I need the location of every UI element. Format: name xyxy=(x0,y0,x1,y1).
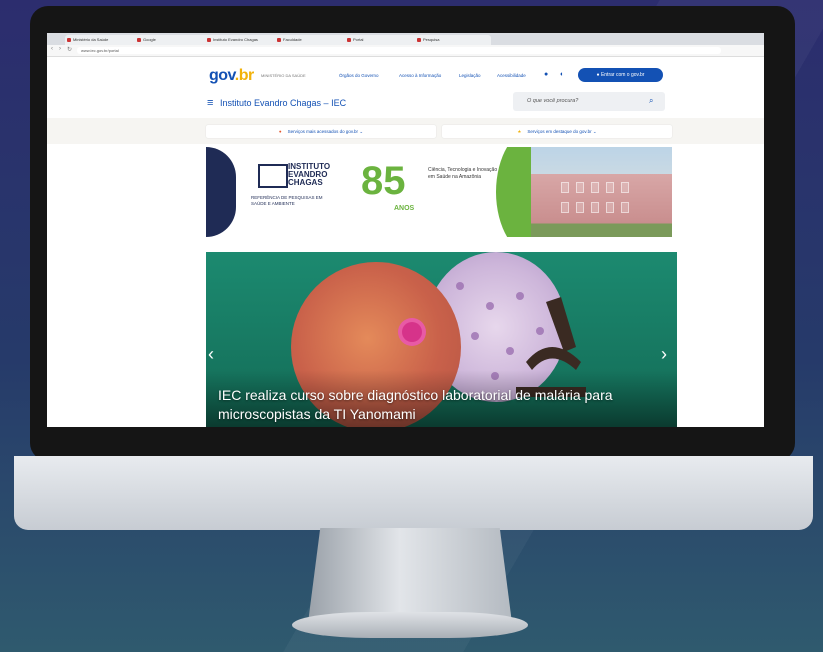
browser-tab[interactable]: Portal xyxy=(345,35,421,45)
favicon-icon xyxy=(277,38,281,42)
monitor-screen: Ministério da Saúde Google Instituto Eva… xyxy=(47,33,764,427)
login-button[interactable]: ● Entrar com o gov.br xyxy=(578,68,663,82)
favicon-icon xyxy=(347,38,351,42)
window-shape xyxy=(621,202,629,213)
institute-building-icon xyxy=(258,164,288,188)
window-shape xyxy=(591,182,599,193)
window-shape xyxy=(606,202,614,213)
cell-shape xyxy=(486,302,494,310)
back-icon[interactable]: ‹ xyxy=(51,46,53,52)
flower-illustration xyxy=(402,322,422,342)
browser-tab[interactable]: Ministério da Saúde xyxy=(65,35,141,45)
featured-services-dropdown[interactable]: ★ Serviços em destaque do gov.br ⌄ xyxy=(442,125,672,138)
monitor-chin xyxy=(14,456,813,530)
browser-toolbar: ‹ › ↻ www.iec.gov.br/portal xyxy=(47,45,764,57)
favicon-icon xyxy=(417,38,421,42)
carousel-next-icon[interactable]: › xyxy=(661,344,667,365)
favicon-icon xyxy=(137,38,141,42)
anniversary-text: Ciência, Tecnologia e Inovação em Saúde … xyxy=(428,167,498,180)
ministry-label: MINISTÉRIO DA SAÚDE xyxy=(261,73,306,78)
news-carousel[interactable]: ‹ › IEC realiza curso sobre diagnóstico … xyxy=(206,252,677,427)
institute-name: INSTITUTO EVANDRO CHAGAS xyxy=(288,162,331,187)
chevron-down-icon: ⌄ xyxy=(592,129,597,134)
header-link[interactable]: Acessibilidade xyxy=(497,73,526,78)
site-title[interactable]: Instituto Evandro Chagas – IEC xyxy=(220,98,346,108)
monitor-base xyxy=(292,612,528,638)
window-shape xyxy=(561,182,569,193)
institute-tagline: REFERÊNCIA DE PESQUISAS EM SAÚDE E AMBIE… xyxy=(251,195,323,206)
header-link[interactable]: Legislação xyxy=(459,73,481,78)
carousel-prev-icon[interactable]: ‹ xyxy=(208,344,214,365)
forward-icon[interactable]: › xyxy=(59,46,61,52)
window-shape xyxy=(576,202,584,213)
anniversary-banner[interactable]: INSTITUTO EVANDRO CHAGAS REFERÊNCIA DE P… xyxy=(206,147,672,237)
window-shape xyxy=(606,182,614,193)
govbr-logo[interactable]: gov.br xyxy=(209,67,254,85)
cell-shape xyxy=(456,282,464,290)
window-shape xyxy=(561,202,569,213)
search-icon[interactable]: ⌕ xyxy=(649,96,653,106)
cookie-icon[interactable]: ● xyxy=(544,71,548,78)
star-icon: ★ xyxy=(517,129,522,134)
reload-icon[interactable]: ↻ xyxy=(67,46,72,53)
cell-shape xyxy=(471,332,479,340)
contrast-icon[interactable]: ◐ xyxy=(560,71,564,78)
news-headline[interactable]: IEC realiza curso sobre diagnóstico labo… xyxy=(218,386,668,424)
services-dropdown[interactable]: ● Serviços mais acessados do gov.br ⌄ xyxy=(206,125,436,138)
window-shape xyxy=(576,182,584,193)
search-placeholder: O que você procura? xyxy=(527,98,579,104)
header-link[interactable]: Órgãos do Governo xyxy=(339,73,379,78)
favicon-icon xyxy=(207,38,211,42)
window-shape xyxy=(621,182,629,193)
monitor-stand xyxy=(308,528,512,623)
browser-tab[interactable]: Google xyxy=(135,35,211,45)
chevron-down-icon: ⌄ xyxy=(359,129,364,134)
favicon-icon xyxy=(67,38,71,42)
browser-tab[interactable]: Faculdade xyxy=(275,35,351,45)
browser-tab[interactable]: Pesquisa xyxy=(415,35,491,45)
hamburger-menu-icon[interactable]: ≡ xyxy=(207,97,213,109)
search-input[interactable]: O que você procura? ⌕ xyxy=(513,92,665,111)
anniversary-number: 85 xyxy=(361,159,406,203)
browser-tab[interactable]: Instituto Evandro Chagas xyxy=(205,35,281,45)
institute-building-photo xyxy=(531,147,672,237)
window-shape xyxy=(591,202,599,213)
address-bar[interactable]: www.iec.gov.br/portal xyxy=(77,47,721,54)
pin-icon: ● xyxy=(278,129,282,134)
header-link[interactable]: Acesso à Informação xyxy=(399,73,441,78)
anniversary-label: ANOS xyxy=(394,205,415,212)
banner-decoration xyxy=(206,147,236,237)
browser-tabbar: Ministério da Saúde Google Instituto Eva… xyxy=(47,33,764,45)
